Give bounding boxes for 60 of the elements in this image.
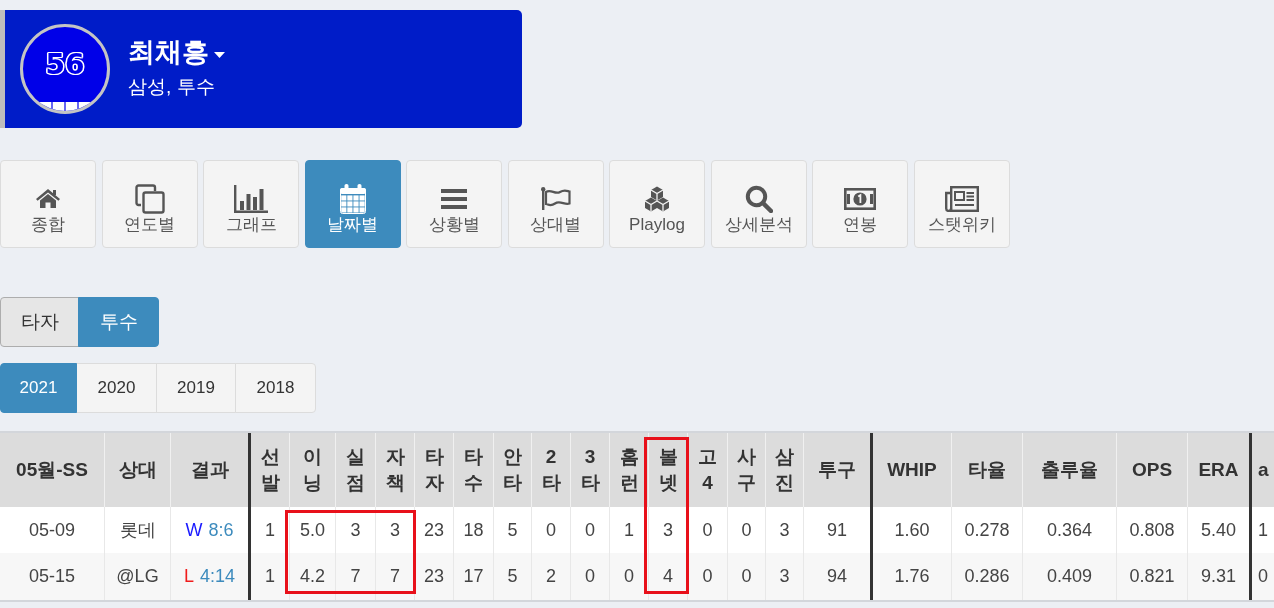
table-cell: @LG [104,553,170,600]
nav-tab[interactable]: 상황별 [406,160,502,248]
role-toggle[interactable]: 타자 [0,297,79,347]
table-cell: 9.31 [1187,553,1249,600]
year-tab[interactable]: 2021 [0,363,77,413]
team-position: 삼성, 투수 [128,75,216,99]
year-tab[interactable]: 2018 [235,363,316,413]
role-toggle[interactable]: 투수 [78,297,159,347]
nav-tab[interactable]: Playlog [609,160,705,248]
bar-chart-icon [234,184,268,213]
result-letter: L [183,566,194,587]
table-cell: 0 [1249,553,1274,600]
table-cell: 7 [335,553,375,600]
nav-tab[interactable]: 연봉 [812,160,908,248]
nav-tab[interactable]: 날짜별 [304,160,401,248]
table-cell: 23 [414,553,453,600]
calendar-icon [339,183,366,214]
banknote-icon [844,187,876,210]
caret-icon[interactable] [214,52,225,58]
table-cell: 1.76 [870,553,951,600]
table-cell-text: 05-15 [27,565,76,588]
table-cell: 0.286 [951,553,1022,600]
year-tab[interactable]: 2019 [156,363,236,413]
jersey-number: 56 [45,47,85,81]
table-cell: 94 [803,553,870,600]
nav-tab[interactable]: 연도별 [101,160,198,248]
cubes-icon [644,185,670,212]
list-icon [441,188,467,209]
table-cell: 0.821 [1116,553,1187,600]
result-letter: W [185,519,203,541]
player-name: 최채흥 [128,36,209,69]
table-cell: 0 [687,553,727,600]
table-cell: 0 [570,553,609,600]
stripes-drawing [39,102,91,111]
table-cell-text: 05-09 [27,518,76,542]
flag-icon [540,187,571,210]
nav-tab[interactable]: 스탯위키 [913,160,1010,248]
nav-tab[interactable]: 상대별 [507,160,604,248]
table-cell: 5 [493,553,531,600]
table-cell: 4 [648,553,687,600]
table-cell: 4.2 [289,553,335,600]
nav-tab[interactable]: 상세분석 [710,160,807,248]
newspaper-icon [944,185,979,212]
nav-tab[interactable]: 종합 [0,160,96,248]
table-cell: 7 [375,553,414,600]
table-cell: 3 [765,553,803,600]
table-cell: 2 [531,553,570,600]
score-link[interactable]: 4:14 [200,566,236,587]
table-cell: 1 [248,553,289,600]
search-icon [744,184,773,213]
year-tab[interactable]: 2020 [76,363,157,413]
nav-tab[interactable]: 그래프 [203,160,299,248]
column-header: 05월-SS [15,457,89,482]
copy-icon [134,183,165,214]
score-link[interactable]: 8:6 [208,519,234,541]
home-icon [36,189,60,208]
table-cell: 17 [453,553,493,600]
table-cell: 0 [609,553,648,600]
table-cell: 0 [727,553,765,600]
table-cell: 0.409 [1022,553,1116,600]
